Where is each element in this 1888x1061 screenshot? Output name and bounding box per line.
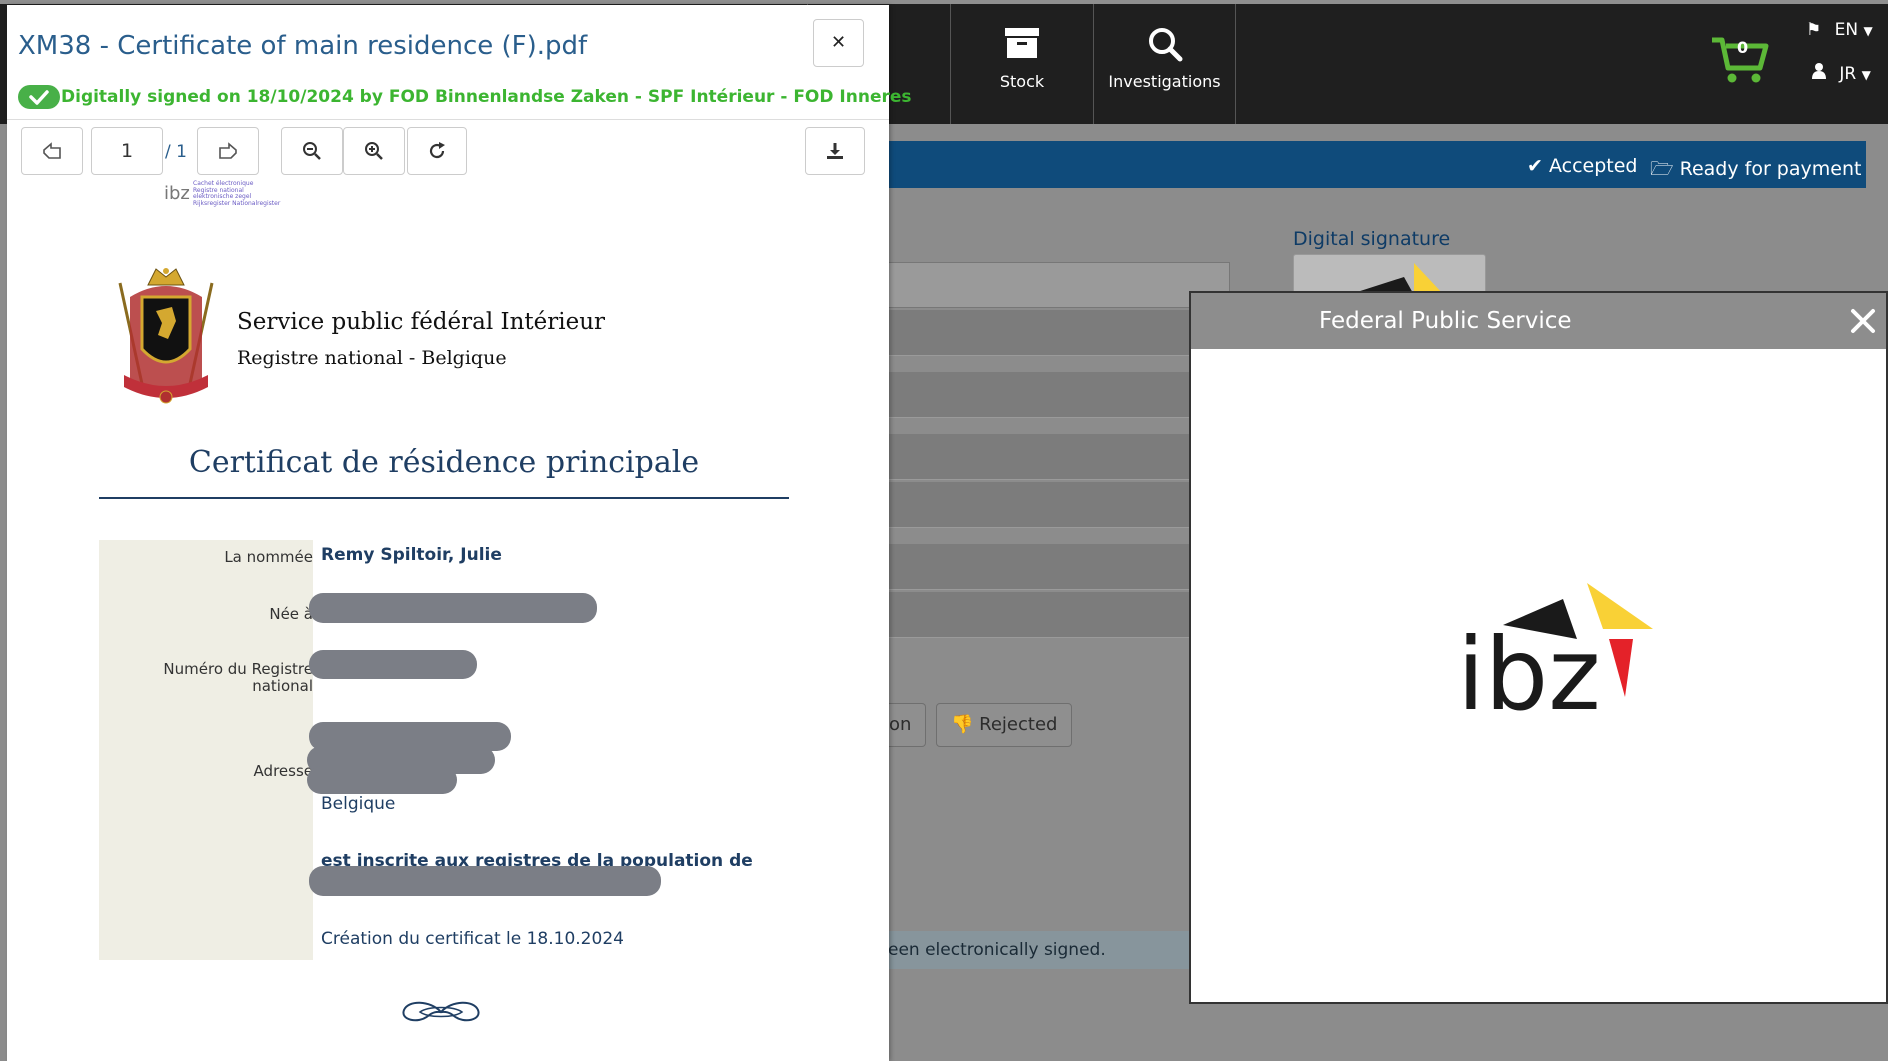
document-org-name: Service public fédéral Intérieur — [237, 309, 606, 335]
seal-line: Rijksregister Nationalregister — [193, 199, 281, 207]
language-selector[interactable]: ⚑ EN ▼ — [1806, 20, 1873, 40]
zoom-in-icon — [365, 142, 383, 160]
label-address: Adresse — [253, 762, 313, 780]
redacted-register-number — [309, 650, 477, 679]
signed-check-badge — [18, 85, 60, 109]
user-icon — [1812, 63, 1831, 84]
archive-box-icon — [1004, 26, 1040, 64]
folder-open-icon: 🗁 — [1650, 158, 1674, 180]
download-icon — [827, 143, 843, 159]
dialog-header: Federal Public Service — [1191, 293, 1886, 349]
logo-red-shape — [1609, 639, 1633, 697]
thumbs-down-icon: 👎 — [951, 714, 974, 735]
background-input-field[interactable] — [880, 262, 1230, 308]
value-name: Remy Spiltoir, Julie — [321, 545, 502, 565]
close-button[interactable]: ✕ — [813, 19, 864, 67]
user-menu[interactable]: JR ▼ — [1812, 63, 1871, 84]
status-accepted: ✔ Accepted — [1527, 155, 1637, 177]
dialog-title: Federal Public Service — [1319, 308, 1572, 334]
pdf-title: XM38 - Certificate of main residence (F)… — [18, 31, 588, 61]
cart-count-badge: 0 — [1737, 38, 1749, 57]
background-row — [880, 482, 1190, 528]
previous-page-button[interactable] — [21, 127, 83, 175]
zoom-out-icon — [303, 142, 321, 160]
button-label: Rejected — [979, 714, 1058, 735]
check-circle-icon — [29, 90, 49, 105]
rotate-icon — [429, 142, 445, 159]
background-row — [880, 544, 1190, 590]
background-row — [880, 592, 1190, 638]
nav-item-label: Investigations — [1108, 72, 1221, 91]
status-accepted-label: Accepted — [1548, 155, 1638, 177]
redacted-birthplace — [309, 593, 597, 623]
next-page-button[interactable] — [197, 127, 259, 175]
belgian-coat-of-arms-icon — [118, 268, 214, 404]
value-country: Belgique — [321, 794, 396, 814]
digital-signature-preview[interactable] — [1293, 254, 1486, 294]
federal-public-service-dialog: Federal Public Service ibz — [1189, 291, 1888, 1004]
field-label-column: La nommée Née à Numéro du Registre natio… — [99, 540, 313, 960]
heading-rule — [99, 497, 789, 499]
ibz-logo-fragment-icon — [1354, 263, 1443, 293]
flag-icon: ⚑ — [1806, 20, 1822, 40]
background-row — [880, 434, 1190, 480]
digital-signature-status: Digitally signed on 18/10/2024 by FOD Bi… — [61, 87, 912, 107]
redacted-municipality — [309, 866, 661, 896]
electronic-seal-logo: ibz — [164, 183, 190, 204]
ornament-flourish-icon — [402, 1001, 480, 1022]
label-line: national — [252, 677, 313, 695]
divider — [7, 119, 889, 120]
document-heading: Certificat de résidence principale — [188, 445, 700, 480]
rotate-button[interactable] — [407, 127, 467, 175]
download-button[interactable] — [805, 127, 865, 175]
label-born: Née à — [269, 605, 313, 623]
hand-point-right-icon — [219, 142, 237, 159]
nav-item-label: Stock — [999, 72, 1045, 91]
background-row — [880, 372, 1190, 418]
label-line: Numéro du Registre — [163, 660, 313, 678]
zoom-out-button[interactable] — [281, 127, 343, 175]
electronic-seal-text: Cachet électronique Registre national el… — [193, 180, 281, 207]
nav-item-investigations[interactable]: Investigations — [1093, 4, 1236, 124]
logo-text: ibz — [1457, 616, 1601, 725]
ibz-logo: ibz — [1457, 583, 1653, 725]
digital-signature-label: Digital signature — [1293, 228, 1451, 250]
nav-item-stock[interactable]: Stock — [950, 4, 1093, 124]
pdf-viewer-modal: XM38 - Certificate of main residence (F)… — [7, 5, 912, 1061]
caret-down-icon: ▼ — [1863, 24, 1873, 38]
caret-down-icon: ▼ — [1861, 68, 1871, 82]
rejected-button[interactable]: 👎 Rejected — [936, 703, 1073, 747]
page-number-input[interactable] — [91, 127, 163, 175]
status-ready-label: Ready for payment — [1679, 158, 1862, 180]
redacted-address-line — [307, 766, 457, 794]
search-icon — [1147, 26, 1183, 66]
close-icon: ✕ — [830, 32, 847, 53]
info-message: een electronically signed. — [880, 931, 1210, 969]
value-created-date: Création du certificat le 18.10.2024 — [321, 929, 624, 949]
document-org-subtitle: Registre national - Belgique — [237, 347, 507, 369]
page-total: / 1 — [165, 142, 187, 162]
close-icon[interactable] — [1849, 307, 1877, 335]
zoom-in-button[interactable] — [343, 127, 405, 175]
language-value: EN — [1834, 20, 1859, 40]
hand-point-left-icon — [43, 142, 61, 159]
user-initials: JR — [1839, 64, 1857, 84]
status-ready-for-payment: 🗁 Ready for payment — [1650, 155, 1861, 187]
check-icon: ✔ — [1527, 155, 1543, 177]
background-row — [880, 310, 1190, 356]
label-name: La nommée — [224, 548, 313, 566]
label-register-number: Numéro du Registre national — [113, 661, 313, 695]
